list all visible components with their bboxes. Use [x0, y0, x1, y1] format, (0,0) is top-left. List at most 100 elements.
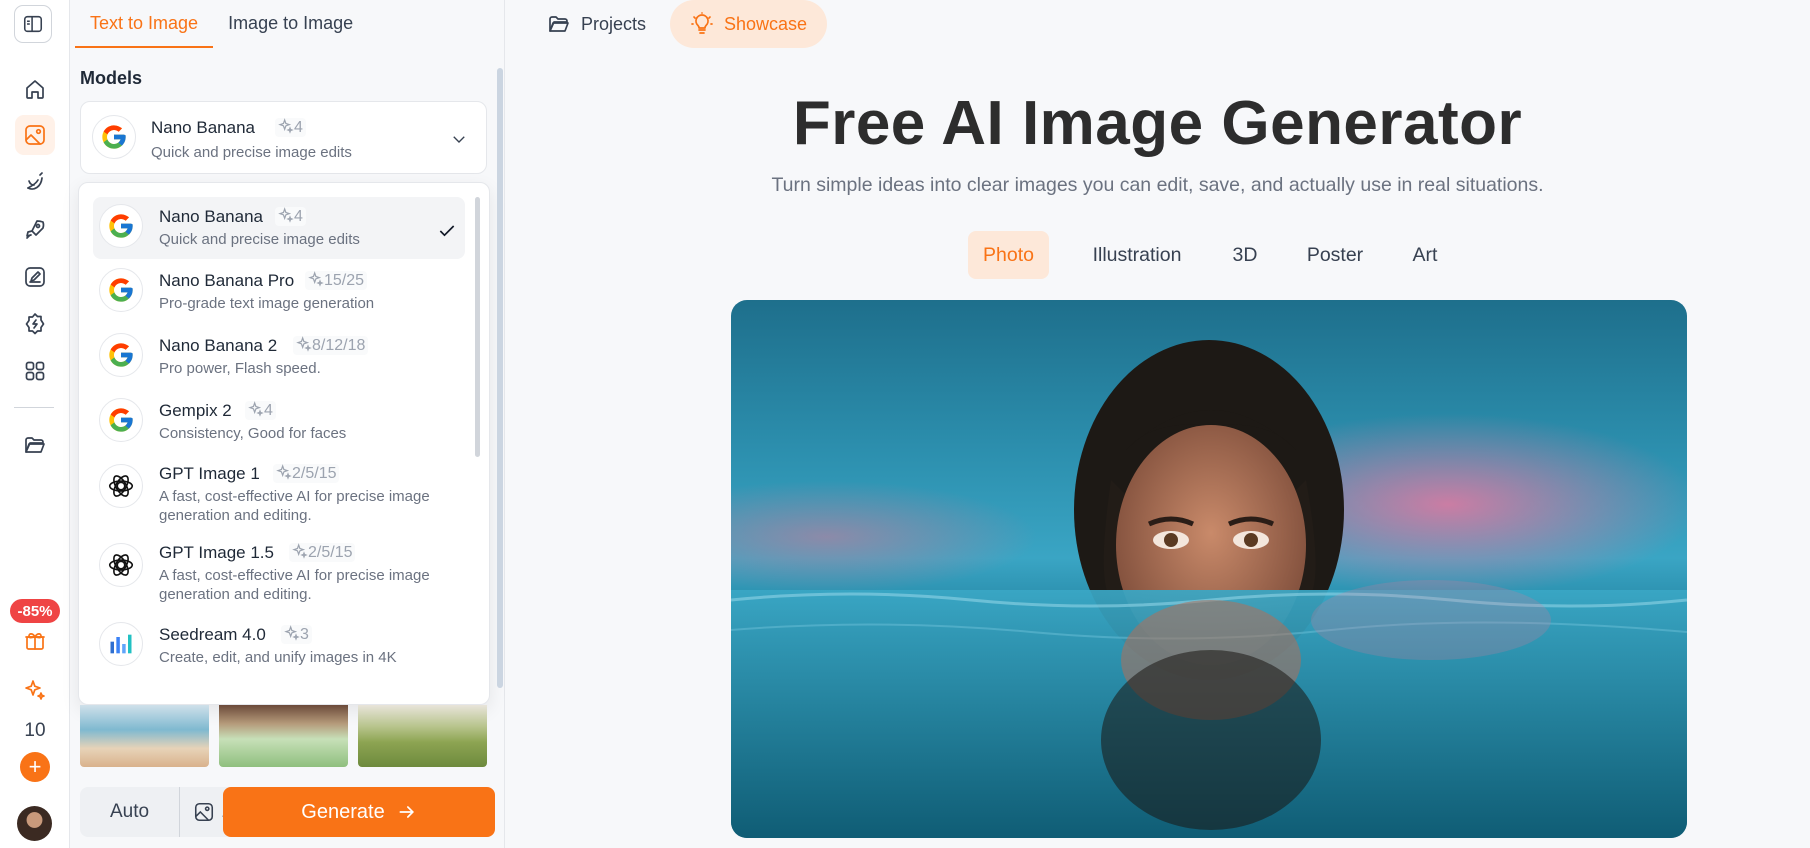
model-option-cost-value: 15/25 — [324, 272, 365, 289]
sparkle-cost-icon — [276, 464, 292, 480]
lightbulb-icon — [691, 12, 713, 34]
model-option-name: GPT Image 1 — [159, 464, 260, 483]
openai-icon — [99, 543, 143, 587]
model-select[interactable]: Nano Banana 4 Quick and precise image ed… — [80, 101, 487, 174]
check-icon — [439, 225, 455, 237]
model-option-name: Nano Banana — [159, 207, 263, 226]
sparkle-cost-icon — [296, 336, 312, 352]
arrow-right-icon — [399, 806, 414, 818]
model-option-cost: 4 — [245, 401, 276, 420]
rocket-icon[interactable] — [15, 209, 55, 249]
aspect-ratio-select[interactable]: Auto — [80, 787, 179, 837]
collapse-sidebar-icon[interactable] — [14, 5, 52, 43]
tab-text-to-image[interactable]: Text to Image — [75, 0, 214, 48]
model-option[interactable]: Nano Banana 2 8/12/18 Pro power, Flash spe… — [93, 326, 465, 384]
grid-apps-icon[interactable] — [15, 351, 55, 391]
model-option-name: GPT Image 1.5 — [159, 543, 274, 562]
model-option-cost: 2/5/15 — [273, 464, 340, 483]
model-option-cost: 15/25 — [305, 271, 368, 290]
model-cost: 4 — [275, 118, 306, 137]
generation-panel: Text to Image Image to Image Models Nano… — [70, 0, 505, 848]
model-option-cost: 2/5/15 — [289, 543, 356, 562]
page-subtitle: Turn simple ideas into clear images you … — [771, 174, 1544, 196]
projects-link[interactable]: Projects — [527, 0, 666, 48]
model-option-cost-value: 8/12/18 — [312, 337, 366, 354]
sparkle-cost-icon — [284, 625, 300, 641]
generate-button[interactable]: Generate — [223, 787, 495, 837]
icon-rail: -85% 10 + — [0, 0, 70, 848]
model-option-name: Nano Banana 2 — [159, 336, 278, 355]
image-icon[interactable] — [15, 115, 55, 155]
panel-scrollbar[interactable] — [497, 68, 503, 688]
example-thumbnail[interactable] — [80, 705, 209, 767]
main-content: Projects Showcase Free AI Image Generato… — [505, 0, 1810, 848]
google-icon — [99, 204, 143, 248]
model-option-desc: Quick and precise image edits — [159, 231, 360, 248]
model-option[interactable]: GPT Image 1 2/5/15 A fast, cost-effective … — [93, 454, 465, 524]
selected-model-name: Nano Banana — [151, 118, 255, 137]
sparkle-cost-icon — [292, 543, 308, 559]
home-icon[interactable] — [15, 69, 55, 109]
model-option-desc: Pro power, Flash speed. — [159, 360, 321, 377]
model-option-desc: Create, edit, and unify images in 4K — [159, 649, 397, 666]
google-icon — [99, 268, 143, 312]
page-title: Free AI Image Generator — [792, 89, 1523, 158]
mode-tabs: Text to Image Image to Image — [75, 0, 368, 48]
sparkle-credits-icon — [15, 670, 55, 710]
google-icon — [92, 115, 136, 159]
tab-3d[interactable]: 3D — [1220, 231, 1270, 279]
rail-divider — [14, 407, 54, 408]
edit-image-icon[interactable] — [15, 257, 55, 297]
showcase-link[interactable]: Showcase — [670, 0, 828, 48]
model-option[interactable]: Seedream 4.0 3 Create, edit, and unify ima… — [93, 615, 465, 673]
tab-image-to-image[interactable]: Image to Image — [213, 0, 368, 48]
example-thumbnail[interactable] — [219, 705, 348, 767]
settings-badge-icon[interactable] — [15, 304, 55, 344]
model-option-desc: A fast, cost-effective AI for precise im… — [159, 567, 430, 603]
example-thumbnail[interactable] — [358, 705, 487, 767]
model-option-cost-value: 4 — [294, 208, 303, 225]
avatar[interactable] — [17, 806, 52, 841]
category-tabs: Photo Illustration 3D Poster Art — [505, 231, 1810, 279]
model-option-cost: 4 — [275, 207, 306, 226]
showcase-label: Showcase — [724, 13, 808, 34]
folder-open-icon — [549, 16, 569, 32]
model-option-cost: 8/12/18 — [293, 336, 369, 355]
tab-poster[interactable]: Poster — [1295, 231, 1375, 279]
model-option[interactable]: GPT Image 1.5 2/5/15 A fast, cost-effectiv… — [93, 533, 465, 603]
google-icon — [99, 398, 143, 442]
model-option-desc: Consistency, Good for faces — [159, 425, 347, 442]
folder-icon[interactable] — [15, 425, 55, 465]
model-option-desc: A fast, cost-effective AI for precise im… — [159, 488, 430, 524]
model-option[interactable]: Nano Banana 4 Quick and precise image edit… — [93, 197, 465, 259]
tab-illustration[interactable]: Illustration — [1077, 231, 1197, 279]
dropdown-scrollbar[interactable] — [475, 197, 480, 457]
model-option-name: Seedream 4.0 — [159, 625, 266, 644]
model-option-desc: Pro-grade text image generation — [159, 295, 375, 312]
model-option-cost-value: 2/5/15 — [292, 465, 337, 482]
gift-icon[interactable] — [15, 620, 55, 660]
model-dropdown: Nano Banana 4 Quick and precise image edit… — [78, 182, 490, 705]
model-cost-value: 4 — [294, 119, 303, 136]
openai-icon — [99, 464, 143, 508]
image-count-icon — [195, 802, 214, 822]
chevron-down-icon[interactable] — [450, 130, 468, 148]
sparkle-cost-icon — [278, 118, 294, 134]
tab-photo[interactable]: Photo — [968, 231, 1049, 279]
generate-label: Generate — [301, 800, 385, 823]
credits-count: 10 — [24, 720, 46, 741]
model-option-cost-value: 2/5/15 — [308, 544, 353, 561]
projects-label: Projects — [581, 13, 647, 34]
model-option-cost: 3 — [281, 625, 312, 644]
model-option-cost-value: 4 — [264, 402, 273, 419]
models-label: Models — [80, 68, 143, 88]
model-option[interactable]: Nano Banana Pro 15/25 Pro-grade text image… — [93, 261, 465, 319]
showcase-image — [731, 300, 1687, 838]
tab-art[interactable]: Art — [1400, 231, 1450, 279]
sparkle-cost-icon — [308, 271, 324, 287]
banana-icon[interactable] — [15, 162, 55, 202]
model-option-name: Nano Banana Pro — [159, 271, 295, 290]
add-credits-button[interactable]: + — [20, 752, 50, 782]
model-option[interactable]: Gempix 2 4 Consistency, Good for faces — [93, 391, 465, 449]
seedream-icon — [99, 622, 143, 666]
